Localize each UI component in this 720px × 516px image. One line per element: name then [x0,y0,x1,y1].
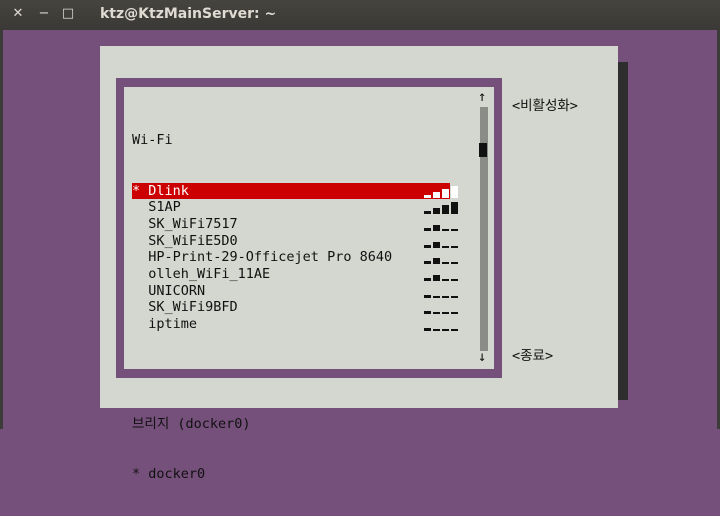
signal-bar [442,278,449,281]
title-bar: ✕ − □ ktz@KtzMainServer: ~ [0,0,720,30]
signal-bar [451,262,458,265]
network-name: * Dlink [132,182,189,199]
signal-bar [451,245,458,248]
signal-strength-icon [424,252,462,265]
network-name: HP-Print-29-Officejet Pro 8640 [132,249,393,266]
network-list-item[interactable]: UNICORN [132,282,458,300]
network-name: UNICORN [132,282,206,299]
signal-bar [433,258,440,265]
scrollbar-thumb[interactable] [479,143,487,157]
maximize-icon[interactable]: □ [60,6,76,22]
wifi-section-header: Wi-Fi [132,132,173,149]
signal-bar [451,278,458,281]
network-name: SK_WiFi7517 [132,215,238,232]
bridge-item-docker0[interactable]: * docker0 [132,466,450,483]
signal-bar [433,241,440,248]
signal-bar [442,312,449,315]
signal-bar [424,328,431,331]
connection-list-frame: Wi-Fi * Dlink S1AP SK_WiFi7517 SK_WiFiE5… [116,78,502,482]
signal-bar [424,227,431,231]
network-name: olleh_WiFi_11AE [132,265,271,282]
signal-bar [442,262,449,265]
network-list-item[interactable]: S1AP [132,199,458,216]
signal-strength-icon [424,302,462,315]
signal-bar [433,224,440,231]
signal-strength-icon [424,286,462,298]
nmtui-dialog: Wi-Fi * Dlink S1AP SK_WiFi7517 SK_WiFiE5… [100,46,618,482]
signal-strength-icon [424,185,462,198]
signal-bar [433,329,440,331]
signal-bar [424,211,431,215]
signal-bar [433,274,440,281]
network-list-item[interactable]: SK_WiFiE5D0 [132,232,458,250]
bridge-section-header: 브리지 (docker0) [132,416,251,433]
signal-bar [451,185,458,198]
network-name: SK_WiFi9BFD [132,299,238,316]
quit-button[interactable]: <종료> [512,344,553,364]
signal-bar [424,294,431,298]
signal-bar [442,329,449,331]
minimize-icon[interactable]: − [36,6,52,22]
signal-bar [442,295,449,298]
signal-bar [451,312,458,315]
window-title: ktz@KtzMainServer: ~ [100,6,277,22]
network-list-item[interactable]: iptime [132,316,458,333]
signal-bar [433,191,440,198]
signal-bar [451,202,458,215]
signal-bar [451,329,458,331]
signal-strength-icon [424,202,462,215]
connection-list-content: Wi-Fi * Dlink S1AP SK_WiFi7517 SK_WiFiE5… [132,87,458,516]
signal-bar [424,244,431,248]
network-list-item[interactable]: olleh_WiFi_11AE [132,265,458,283]
signal-strength-icon [424,269,462,281]
window-frame-left [0,30,3,429]
signal-bar [442,205,449,215]
signal-bar [433,295,440,298]
signal-bar [451,295,458,298]
signal-bar [424,194,431,198]
signal-bar [451,228,458,231]
network-list-item[interactable]: HP-Print-29-Officejet Pro 8640 [132,249,458,266]
signal-strength-icon [424,236,462,248]
signal-bar [442,228,449,231]
network-list-item[interactable]: SK_WiFi7517 [132,215,458,233]
signal-bar [424,311,431,315]
scroll-down-arrow-icon[interactable]: ↓ [478,349,486,365]
signal-bar [442,188,449,198]
signal-bar [433,312,440,315]
network-list-item[interactable]: SK_WiFi9BFD [132,299,458,316]
scroll-up-arrow-icon[interactable]: ↑ [478,89,486,105]
signal-bar [424,277,431,281]
network-name: SK_WiFiE5D0 [132,232,238,249]
connection-list[interactable]: Wi-Fi * Dlink S1AP SK_WiFi7517 SK_WiFiE5… [124,87,494,482]
signal-strength-icon [424,219,462,231]
deactivate-button[interactable]: <비활성화> [512,94,578,114]
network-name: iptime [132,316,198,332]
signal-strength-icon [424,319,462,331]
network-list-item[interactable]: * Dlink [132,182,458,200]
signal-bar [424,261,431,265]
close-icon[interactable]: ✕ [10,6,26,22]
network-name: S1AP [132,199,181,216]
signal-bar [433,208,440,215]
signal-bar [442,245,449,248]
